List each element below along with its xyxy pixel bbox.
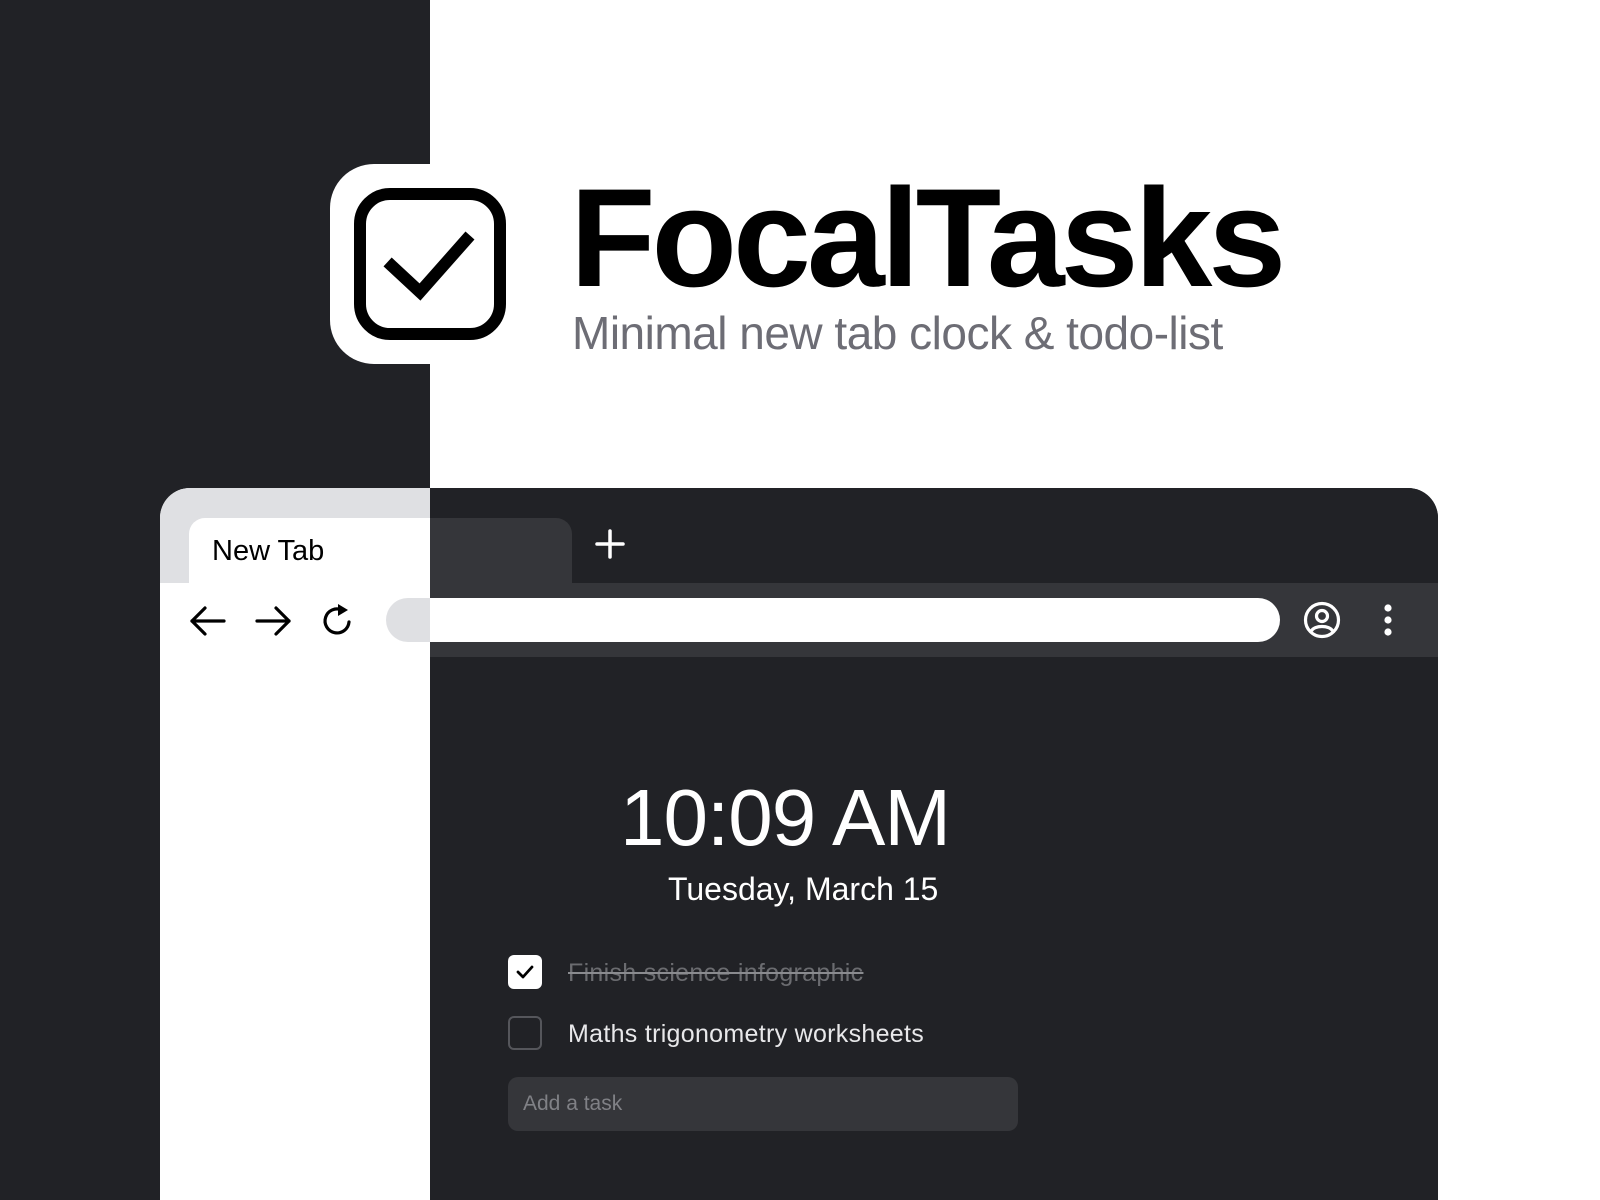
task-label: Finish science infographic bbox=[568, 959, 864, 987]
profile-button[interactable] bbox=[1302, 600, 1342, 640]
plus-icon bbox=[595, 529, 625, 559]
arrow-right-icon bbox=[255, 606, 291, 636]
browser-window: New Tab 10:09 AM Tuesday, March 15 Finis… bbox=[160, 488, 1438, 1200]
forward-button[interactable] bbox=[253, 601, 293, 641]
clock-date: Tuesday, March 15 bbox=[668, 871, 939, 907]
account-circle-icon bbox=[1303, 601, 1341, 639]
tab-title: New Tab bbox=[212, 535, 325, 567]
add-task-input[interactable] bbox=[508, 1077, 1018, 1131]
browser-menu-button[interactable] bbox=[1368, 600, 1408, 640]
tab-new-tab-dark-half[interactable] bbox=[430, 518, 572, 583]
new-tab-button[interactable] bbox=[590, 524, 630, 564]
reload-button[interactable] bbox=[318, 601, 358, 641]
task-checkbox[interactable] bbox=[508, 1016, 542, 1050]
checkmark-icon bbox=[516, 965, 534, 979]
task-checkbox[interactable] bbox=[508, 955, 542, 989]
tab-strip-dark bbox=[430, 488, 1438, 583]
app-logo bbox=[330, 164, 530, 364]
checkbox-checked-icon bbox=[354, 188, 506, 340]
arrow-left-icon bbox=[190, 606, 226, 636]
back-button[interactable] bbox=[188, 601, 228, 641]
task-label: Maths trigonometry worksheets bbox=[568, 1020, 925, 1048]
clock-time: 10:09 AM bbox=[620, 773, 951, 862]
page-light-half bbox=[160, 488, 430, 1200]
app-subtitle: Minimal new tab clock & todo-list bbox=[572, 307, 1223, 359]
reload-icon bbox=[323, 604, 351, 635]
app-title: FocalTasks bbox=[570, 159, 1286, 316]
kebab-menu-icon bbox=[1384, 604, 1392, 636]
address-bar-input[interactable] bbox=[396, 598, 1276, 642]
